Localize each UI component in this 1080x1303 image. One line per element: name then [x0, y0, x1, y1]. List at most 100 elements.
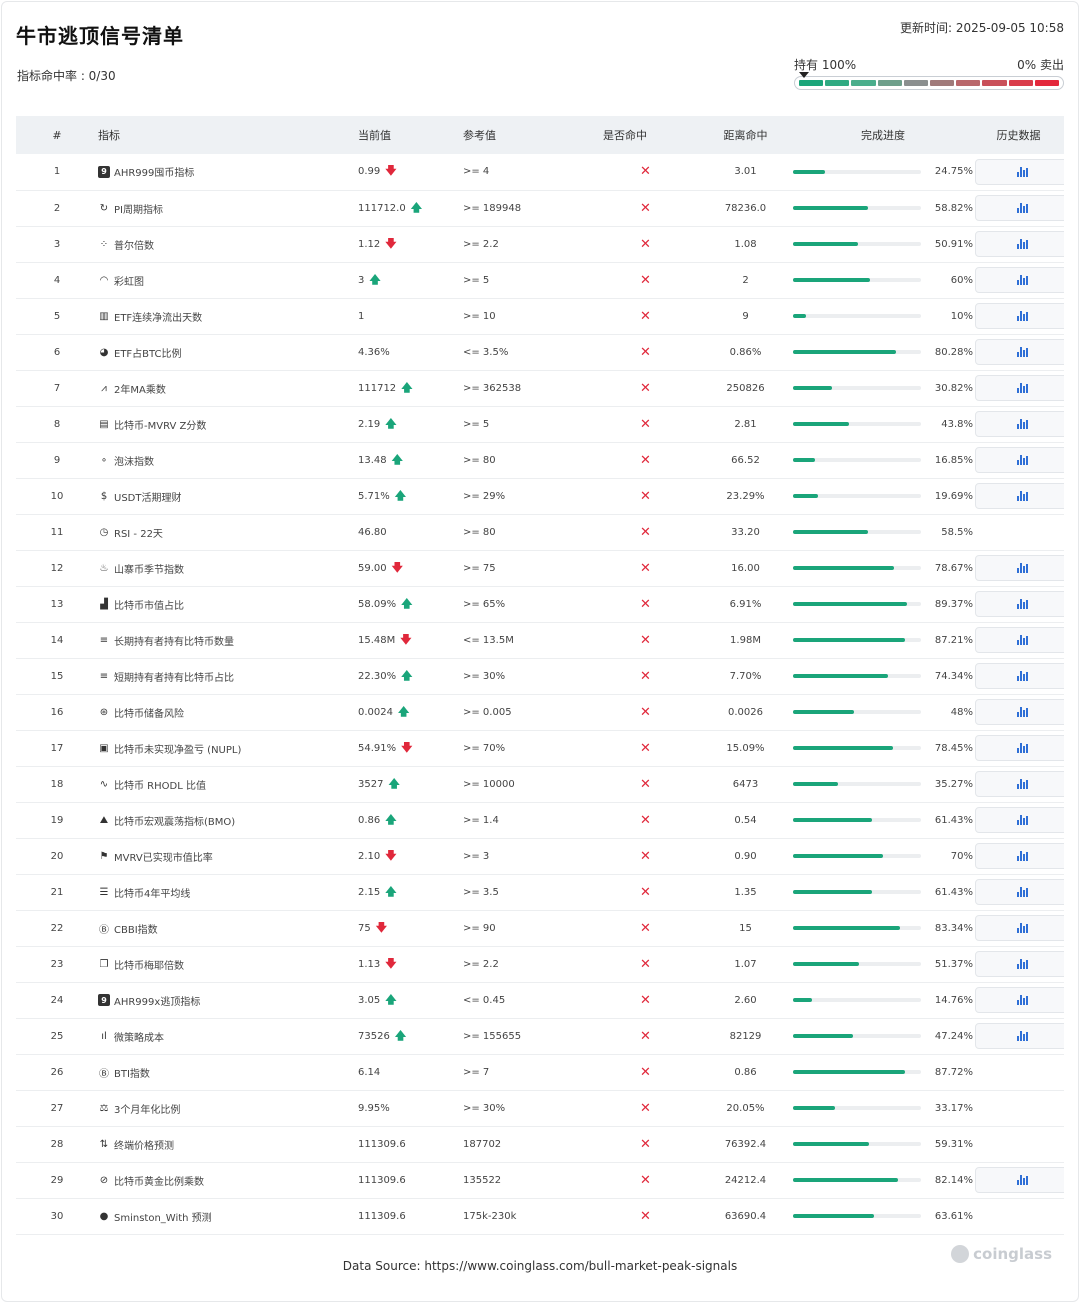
history-chart-button[interactable] — [975, 231, 1064, 257]
row-index: 11 — [50, 526, 64, 538]
row-index: 16 — [50, 706, 64, 718]
indicator-cell: ▟ 比特币市值占比 — [98, 586, 358, 622]
bar-chart-icon — [1016, 959, 1028, 969]
history-cell — [973, 370, 1064, 406]
history-chart-button[interactable] — [975, 303, 1064, 329]
history-chart-button[interactable] — [975, 987, 1064, 1013]
table-row: 11 ◷ RSI - 22天 46.80 >= 80 ✕ 33.20 58.5% — [16, 514, 1064, 550]
coin-b-icon: Ⓑ — [99, 924, 109, 936]
history-chart-button[interactable] — [975, 807, 1064, 833]
history-chart-button[interactable] — [975, 555, 1064, 581]
bar-chart-icon — [1016, 815, 1028, 825]
progress-percent: 47.24% — [934, 1030, 973, 1042]
progress-cell: 74.34% — [793, 658, 973, 694]
gauge-segment — [1034, 80, 1060, 86]
distance-value: 78236.0 — [724, 202, 767, 214]
history-chart-button[interactable] — [975, 483, 1064, 509]
miss-icon: ✕ — [640, 812, 651, 828]
history-chart-button[interactable] — [975, 951, 1064, 977]
indicator-cell: ◕ ETF占BTC比例 — [98, 334, 358, 370]
reference-value: >= 10 — [463, 310, 496, 322]
signal-icon: ▟ — [100, 598, 108, 610]
indicator-cell: ⛰ 比特币宏观震荡指标(BMO) — [98, 802, 358, 838]
coinglass-logo: coinglass — [951, 1245, 1052, 1263]
history-cell — [973, 406, 1064, 442]
current-value-cell: 111712.0 🡅 — [358, 190, 463, 226]
history-chart-button[interactable] — [975, 158, 1064, 185]
table-row: 21 ☰ 比特币4年平均线 2.15 🡅 >= 3.5 ✕ 1.35 61.43% — [16, 874, 1064, 910]
history-chart-button[interactable] — [975, 699, 1064, 725]
row-index: 30 — [50, 1210, 64, 1222]
gauge-segment — [825, 80, 850, 86]
history-chart-button[interactable] — [975, 663, 1064, 689]
indicator-name: CBBI指数 — [114, 924, 158, 936]
table-row: 26 Ⓑ BTI指数 6.14 >= 7 ✕ 0.86 87.72% — [16, 1054, 1064, 1090]
col-indicator: 指标 — [98, 129, 120, 142]
bar-chart-icon — [1016, 239, 1028, 249]
row-index: 6 — [53, 346, 61, 358]
history-chart-button[interactable] — [975, 1167, 1064, 1193]
multiple-icon: ⁘ — [99, 238, 109, 250]
indicator-cell: ⊘ 比特币黄金比例乘数 — [98, 1162, 358, 1198]
page-title: 牛市逃顶信号清单 — [16, 24, 184, 48]
distance-value: 3.01 — [734, 166, 757, 178]
gauge-sell-label: 0% 卖出 — [1017, 58, 1064, 72]
progress-track — [793, 926, 921, 930]
col-distance: 距离命中 — [723, 129, 768, 142]
history-chart-button[interactable] — [975, 339, 1064, 365]
indicator-cell: ⇅ 终端价格预测 — [98, 1126, 358, 1162]
history-chart-button[interactable] — [975, 591, 1064, 617]
miss-icon: ✕ — [640, 1136, 651, 1152]
row-index: 24 — [50, 994, 64, 1006]
history-cell — [973, 586, 1064, 622]
progress-track — [793, 710, 921, 714]
progress-track — [793, 1034, 921, 1038]
history-chart-button[interactable] — [975, 879, 1064, 905]
history-cell — [973, 874, 1064, 910]
history-chart-button[interactable] — [975, 1023, 1064, 1049]
dollar-icon: $ — [100, 490, 108, 502]
bar-chart-icon — [1016, 166, 1028, 177]
progress-percent: 63.61% — [934, 1210, 973, 1222]
reference-value: >= 29% — [463, 490, 506, 502]
reference-value: >= 80 — [463, 454, 496, 466]
distance-value: 6473 — [732, 778, 759, 790]
history-chart-button[interactable] — [975, 375, 1064, 401]
arrow-up-icon: 🡅 — [385, 992, 397, 1006]
history-chart-button[interactable] — [975, 447, 1064, 473]
miss-icon: ✕ — [640, 704, 651, 720]
row-index: 26 — [50, 1066, 64, 1078]
table-row: 9 ∘ 泡沫指数 13.48 🡅 >= 80 ✕ 66.52 16.85% — [16, 442, 1064, 478]
indicator-cell: ❐ 比特币梅耶倍数 — [98, 946, 358, 982]
progress-track — [793, 638, 921, 642]
current-value-cell: 0.0024 🡅 — [358, 694, 463, 730]
history-chart-button[interactable] — [975, 843, 1064, 869]
pie-chart-icon: ◕ — [99, 346, 109, 358]
history-chart-button[interactable] — [975, 915, 1064, 941]
history-chart-button[interactable] — [975, 735, 1064, 761]
miss-icon: ✕ — [640, 668, 651, 684]
indicator-name: RSI - 22天 — [114, 528, 163, 540]
indicator-cell: ▣ 比特币未实现净盈亏 (NUPL) — [98, 730, 358, 766]
scale-icon: ⚖ — [99, 1102, 109, 1114]
miss-icon: ✕ — [640, 1208, 651, 1224]
history-chart-button[interactable] — [975, 627, 1064, 653]
current-value: 111309.6 — [358, 1138, 406, 1150]
history-chart-button[interactable] — [975, 195, 1064, 221]
history-chart-button[interactable] — [975, 771, 1064, 797]
arrow-up-icon: 🡅 — [394, 488, 407, 502]
history-cell — [973, 442, 1064, 478]
bubble-icon: ∘ — [100, 454, 108, 466]
distance-value: 66.52 — [731, 454, 760, 466]
history-cell — [973, 298, 1064, 334]
history-chart-button[interactable] — [975, 411, 1064, 437]
indicator-name: 2年MA乘数 — [114, 384, 166, 396]
history-cell — [973, 514, 1064, 550]
current-value: 0.86 — [358, 814, 381, 826]
history-cell — [973, 226, 1064, 262]
progress-percent: 10% — [950, 310, 973, 322]
list-icon: ☰ — [99, 886, 109, 898]
current-value-cell: 111309.6 — [358, 1126, 463, 1162]
history-chart-button[interactable] — [975, 267, 1064, 293]
gauge-segment — [982, 80, 1007, 86]
